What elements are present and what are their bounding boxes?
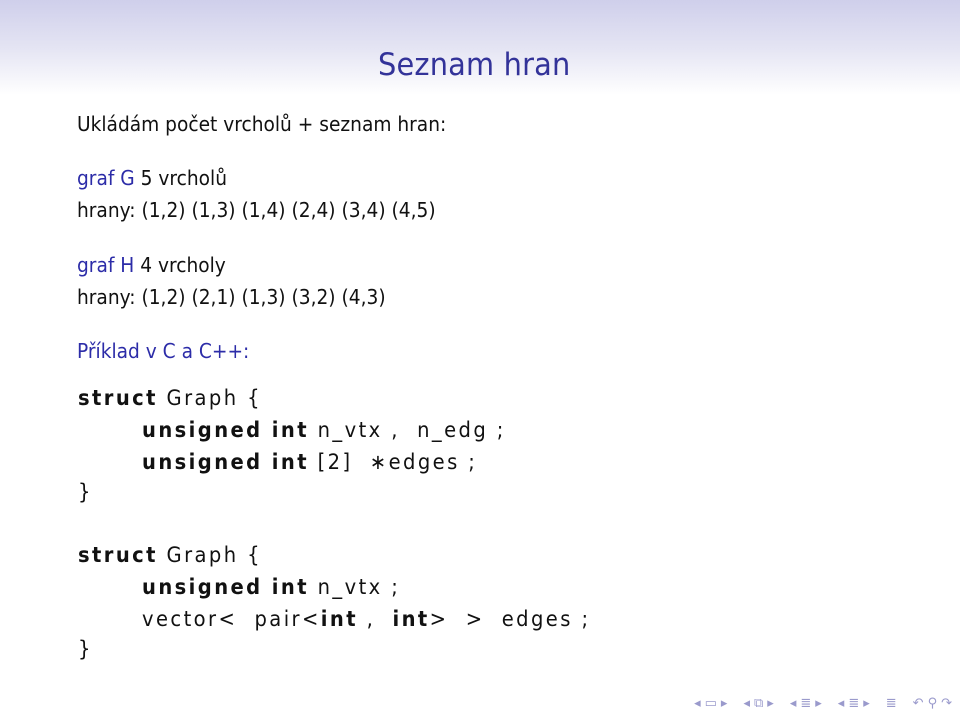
code-text: > > edges ; <box>429 607 591 631</box>
example-heading: Příklad v C a C++: <box>77 339 250 363</box>
keyword: int <box>320 607 358 631</box>
code-c-line-2: unsigned int [2] ∗edges ; <box>142 450 477 474</box>
navigation-bar: ◂ ▭ ▸ ◂ ⧉ ▸ ◂ ≣ ▸ ◂ ≣ ▸ ≣ ↶ ⚲ ↷ <box>694 694 952 712</box>
code-text: , <box>357 607 393 631</box>
arrow-left-icon[interactable]: ◂ <box>694 696 701 711</box>
graph-h-count: 4 vrcholy <box>134 253 226 277</box>
arrow-right-icon[interactable]: ▸ <box>863 696 870 711</box>
arrow-right-icon[interactable]: ▸ <box>767 696 774 711</box>
appendix-icon[interactable]: ≣ <box>886 696 897 711</box>
code-cpp-line-1: unsigned int n_vtx ; <box>142 575 400 599</box>
graph-h-edges: hrany: (1,2) (2,1) (1,3) (3,2) (4,3) <box>77 285 386 309</box>
code-cpp-line-2: vector< pair<int , int> > edges ; <box>142 607 590 631</box>
keyword: int <box>392 607 430 631</box>
keyword: unsigned int <box>142 450 309 474</box>
code-c-close: } <box>78 480 93 504</box>
keyword: struct <box>78 543 158 567</box>
arrow-left-icon[interactable]: ◂ <box>790 696 797 711</box>
forward-icon[interactable]: ↷ <box>941 696 952 711</box>
keyword: unsigned int <box>142 418 309 442</box>
subsection-icon[interactable]: ⧉ <box>754 696 763 711</box>
code-text: vector< pair< <box>142 607 321 631</box>
graph-h-label: graf H <box>77 253 135 277</box>
back-icon[interactable]: ↶ <box>913 696 924 711</box>
graph-g-edges: hrany: (1,2) (1,3) (1,4) (2,4) (3,4) (4,… <box>77 198 436 222</box>
keyword: struct <box>78 386 158 410</box>
code-cpp-close: } <box>78 637 93 661</box>
code-text: Graph { <box>157 543 263 567</box>
code-text: [2] ∗edges ; <box>308 450 478 474</box>
graph-h-heading: graf H 4 vrcholy <box>77 253 226 277</box>
keyword: unsigned int <box>142 575 309 599</box>
code-text: n_vtx , n_edg ; <box>308 418 506 442</box>
graph-g-heading: graf G 5 vrcholů <box>77 166 227 190</box>
document-icon[interactable]: ≣ <box>848 696 859 711</box>
code-cpp-line-0: struct Graph { <box>78 543 262 567</box>
arrow-right-icon[interactable]: ▸ <box>815 696 822 711</box>
code-c-line-1: unsigned int n_vtx , n_edg ; <box>142 418 506 442</box>
arrow-left-icon[interactable]: ◂ <box>743 696 750 711</box>
arrow-left-icon[interactable]: ◂ <box>838 696 845 711</box>
code-text: n_vtx ; <box>308 575 401 599</box>
arrow-right-icon[interactable]: ▸ <box>721 696 728 711</box>
code-c-line-0: struct Graph { <box>78 386 262 410</box>
code-text: Graph { <box>157 386 263 410</box>
search-icon[interactable]: ⚲ <box>928 696 938 711</box>
intro-text: Ukládám počet vrcholů + seznam hran: <box>77 112 447 136</box>
graph-g-label: graf G <box>77 166 135 190</box>
section-icon[interactable]: ≣ <box>800 696 811 711</box>
graph-g-count: 5 vrcholů <box>134 166 227 190</box>
slide-title: Seznam hran <box>378 47 571 83</box>
frame-icon[interactable]: ▭ <box>705 696 717 711</box>
